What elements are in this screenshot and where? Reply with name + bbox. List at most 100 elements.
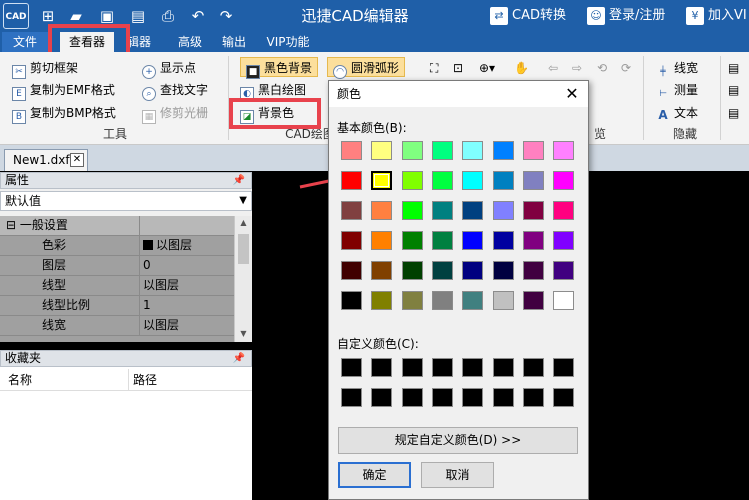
basic-color-swatch[interactable] (523, 291, 544, 310)
refresh-icon[interactable]: ⟳ (621, 58, 631, 78)
ok-button[interactable]: 确定 (338, 462, 411, 488)
property-scrollbar[interactable]: ▲ ▼ (234, 216, 252, 342)
line-width-button[interactable]: ╪ 线宽 (656, 58, 698, 78)
find-text-button[interactable]: ⌕ 查找文字 (142, 80, 208, 101)
default-value-select[interactable]: 默认值 ▼ (0, 191, 252, 211)
basic-color-swatch[interactable] (462, 171, 483, 190)
basic-color-swatch[interactable] (371, 291, 392, 310)
custom-color-swatch[interactable] (371, 358, 392, 377)
basic-color-swatch[interactable] (341, 231, 362, 250)
basic-color-swatch[interactable] (462, 231, 483, 250)
custom-color-swatch[interactable] (371, 388, 392, 407)
define-custom-colors-button[interactable]: 规定自定义颜色(D) >> (338, 427, 578, 454)
document-tab[interactable]: New1.dxf ✕ (4, 149, 88, 171)
basic-color-swatch[interactable] (553, 201, 574, 220)
back-arrow-icon[interactable]: ⇦ (548, 58, 558, 78)
basic-color-swatch[interactable] (523, 141, 544, 160)
basic-color-swatch[interactable] (402, 261, 423, 280)
forward-arrow-icon[interactable]: ⇨ (572, 58, 582, 78)
property-category[interactable]: ⊟ 一般设置 (0, 216, 234, 236)
more-tool-icon[interactable]: ▤ (728, 58, 739, 78)
cad-convert-link[interactable]: ⇄ CAD转换 (490, 0, 566, 32)
basic-color-swatch[interactable] (493, 171, 514, 190)
basic-color-swatch[interactable] (493, 231, 514, 250)
show-points-button[interactable]: + 显示点 (142, 58, 196, 79)
background-color-button[interactable]: ◪ 背景色 (240, 103, 294, 124)
custom-color-swatch[interactable] (341, 388, 362, 407)
basic-color-swatch[interactable] (341, 201, 362, 220)
basic-color-swatch[interactable] (553, 231, 574, 250)
save-icon[interactable]: ▣ (97, 6, 117, 26)
basic-color-swatch[interactable] (402, 291, 423, 310)
pin-icon[interactable]: 📌 (233, 351, 245, 366)
custom-color-swatch[interactable] (493, 358, 514, 377)
close-icon[interactable]: ✕ (70, 153, 84, 167)
basic-color-swatch[interactable] (371, 141, 392, 160)
basic-color-swatch[interactable] (493, 261, 514, 280)
property-value[interactable]: 1 (141, 296, 234, 315)
pin-icon[interactable]: 📌 (233, 173, 245, 188)
basic-color-swatch[interactable] (371, 231, 392, 250)
new-file-icon[interactable]: ⊞ (38, 6, 58, 26)
custom-color-swatch[interactable] (493, 388, 514, 407)
basic-color-swatch[interactable] (523, 261, 544, 280)
basic-color-swatch[interactable] (432, 201, 453, 220)
measure-button[interactable]: ⊢ 测量 (656, 80, 698, 100)
basic-color-swatch[interactable] (432, 141, 453, 160)
open-folder-icon[interactable]: ▰ (66, 6, 86, 26)
basic-color-swatch[interactable] (462, 201, 483, 220)
basic-color-swatch[interactable] (523, 171, 544, 190)
black-background-button[interactable]: ■ 黑色背景 (240, 57, 319, 79)
menu-output[interactable]: 输出 (216, 32, 252, 52)
basic-color-swatch[interactable] (553, 141, 574, 160)
basic-color-swatch[interactable] (432, 261, 453, 280)
undo-icon[interactable]: ↶ (188, 6, 208, 26)
basic-color-swatch[interactable] (553, 261, 574, 280)
property-row[interactable]: 线宽 以图层 (0, 316, 234, 336)
menu-vip[interactable]: VIP功能 (260, 32, 316, 52)
smooth-arc-button[interactable]: ◠ 圆滑弧形 (327, 57, 406, 79)
zoom-dropdown-icon[interactable]: ⊕▾ (479, 58, 495, 78)
more-tool-icon[interactable]: ▤ (728, 103, 739, 123)
cancel-button[interactable]: 取消 (421, 462, 494, 488)
column-path[interactable]: 路径 (128, 369, 157, 391)
property-row[interactable]: 线型比例 1 (0, 296, 234, 316)
close-icon[interactable]: ✕ (560, 84, 584, 104)
custom-color-swatch[interactable] (432, 358, 453, 377)
basic-color-swatch[interactable] (341, 141, 362, 160)
print-icon[interactable]: ⎙ (158, 6, 178, 26)
basic-color-swatch[interactable] (493, 201, 514, 220)
fit-view-icon[interactable]: ⛶ (430, 58, 438, 78)
join-vip-link[interactable]: ¥ 加入VI (686, 0, 747, 32)
trim-raster-button[interactable]: ▦ 修剪光栅 (142, 103, 208, 124)
custom-color-swatch[interactable] (553, 358, 574, 377)
basic-color-swatch[interactable] (402, 231, 423, 250)
basic-color-swatch[interactable] (462, 261, 483, 280)
menu-viewer[interactable]: 查看器 (60, 32, 114, 52)
copy-bmp-button[interactable]: B 复制为BMP格式 (12, 103, 116, 124)
menu-advanced[interactable]: 高级 (172, 32, 208, 52)
custom-color-swatch[interactable] (553, 388, 574, 407)
custom-color-swatch[interactable] (462, 388, 483, 407)
clip-frame-button[interactable]: ✂ 剪切框架 (12, 58, 78, 79)
scroll-down-icon[interactable]: ▼ (235, 327, 252, 341)
basic-color-swatch[interactable] (402, 201, 423, 220)
custom-color-swatch[interactable] (523, 388, 544, 407)
more-tool-icon[interactable]: ▤ (728, 80, 739, 100)
property-row[interactable]: 图层 0 (0, 256, 234, 276)
bw-drawing-button[interactable]: ◐ 黑白绘图 (240, 80, 306, 101)
basic-color-swatch[interactable] (432, 291, 453, 310)
custom-color-swatch[interactable] (402, 388, 423, 407)
custom-color-swatch[interactable] (341, 358, 362, 377)
basic-color-swatch[interactable] (553, 171, 574, 190)
property-row[interactable]: 色彩 以图层 (0, 236, 234, 256)
menu-editor[interactable]: 辑器 (118, 32, 160, 52)
basic-color-swatch[interactable] (432, 231, 453, 250)
copy-emf-button[interactable]: E 复制为EMF格式 (12, 80, 115, 101)
property-value[interactable]: 0 (141, 256, 234, 275)
redo-icon[interactable]: ↷ (216, 6, 236, 26)
basic-color-swatch[interactable] (402, 171, 423, 190)
basic-color-swatch[interactable] (341, 291, 362, 310)
collapse-icon[interactable]: ⊟ (6, 218, 20, 232)
custom-color-swatch[interactable] (432, 388, 453, 407)
